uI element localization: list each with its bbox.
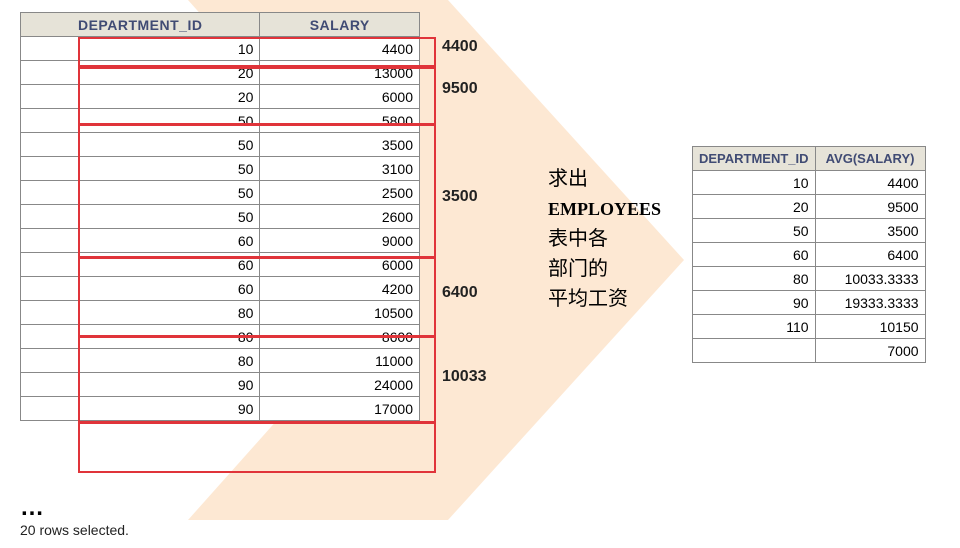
table-row: 604200	[21, 277, 420, 301]
cell-department-id: 80	[21, 301, 260, 325]
table-row: 9024000	[21, 373, 420, 397]
input-table: DEPARTMENT_ID SALARY 1044002013000206000…	[20, 12, 420, 421]
input-table-wrap: DEPARTMENT_ID SALARY 1044002013000206000…	[20, 12, 420, 421]
cell-avg-salary: 10033.3333	[815, 267, 925, 291]
cell-salary: 4200	[260, 277, 420, 301]
result-header-department-id: DEPARTMENT_ID	[693, 147, 816, 171]
cell-department-id: 110	[693, 315, 816, 339]
ellipsis: …	[20, 494, 46, 522]
cell-avg-salary: 7000	[815, 339, 925, 363]
cell-salary: 3100	[260, 157, 420, 181]
cell-department-id: 20	[693, 195, 816, 219]
result-header-avg-salary: AVG(SALARY)	[815, 147, 925, 171]
table-row: 11010150	[693, 315, 926, 339]
table-row: 503500	[21, 133, 420, 157]
cell-department-id: 50	[21, 181, 260, 205]
table-row: 505800	[21, 109, 420, 133]
table-row: 606000	[21, 253, 420, 277]
cell-avg-salary: 3500	[815, 219, 925, 243]
caption-line2: 表中各	[548, 228, 608, 250]
cell-salary: 10500	[260, 301, 420, 325]
aggregate-value: 6400	[442, 284, 478, 302]
cell-salary: 17000	[260, 397, 420, 421]
table-row: 9019333.3333	[693, 291, 926, 315]
cell-department-id: 20	[21, 61, 260, 85]
cell-salary: 4400	[260, 37, 420, 61]
cell-salary: 5800	[260, 109, 420, 133]
table-row: 8011000	[21, 349, 420, 373]
cell-department-id: 10	[693, 171, 816, 195]
table-row: 503500	[693, 219, 926, 243]
cell-department-id: 10	[21, 37, 260, 61]
cell-department-id: 20	[21, 85, 260, 109]
cell-avg-salary: 4400	[815, 171, 925, 195]
caption-text: 求出 EMPLOYEES 表中各 部门的 平均工资	[548, 164, 688, 314]
aggregate-value: 4400	[442, 38, 478, 56]
caption-line4: 平均工资	[548, 288, 628, 310]
cell-department-id: 80	[21, 349, 260, 373]
cell-avg-salary: 6400	[815, 243, 925, 267]
cell-department-id: 50	[693, 219, 816, 243]
table-row: 206000	[21, 85, 420, 109]
table-row: 7000	[693, 339, 926, 363]
cell-department-id: 50	[21, 205, 260, 229]
table-row: 502500	[21, 181, 420, 205]
table-row: 503100	[21, 157, 420, 181]
cell-department-id: 60	[21, 229, 260, 253]
cell-department-id: 90	[21, 373, 260, 397]
table-row: 9017000	[21, 397, 420, 421]
table-row: 104400	[21, 37, 420, 61]
cell-department-id: 80	[21, 325, 260, 349]
aggregate-value: 3500	[442, 188, 478, 206]
cell-department-id: 90	[21, 397, 260, 421]
input-header-salary: SALARY	[260, 13, 420, 37]
cell-department-id: 90	[693, 291, 816, 315]
cell-department-id: 50	[21, 157, 260, 181]
table-row: 808600	[21, 325, 420, 349]
cell-department-id: 50	[21, 133, 260, 157]
cell-avg-salary: 10150	[815, 315, 925, 339]
result-table-header-row: DEPARTMENT_ID AVG(SALARY)	[693, 147, 926, 171]
stage: DEPARTMENT_ID SALARY 1044002013000206000…	[0, 0, 960, 548]
cell-department-id: 60	[21, 253, 260, 277]
cell-salary: 2500	[260, 181, 420, 205]
cell-salary: 24000	[260, 373, 420, 397]
aggregate-value: 10033	[442, 368, 487, 386]
input-table-header-row: DEPARTMENT_ID SALARY	[21, 13, 420, 37]
table-row: 209500	[693, 195, 926, 219]
table-row: 104400	[693, 171, 926, 195]
cell-avg-salary: 19333.3333	[815, 291, 925, 315]
cell-department-id: 60	[21, 277, 260, 301]
table-row: 8010033.3333	[693, 267, 926, 291]
table-row: 502600	[21, 205, 420, 229]
cell-salary: 3500	[260, 133, 420, 157]
group-box	[78, 421, 436, 473]
caption-employees-en: EMPLOYEES	[548, 199, 661, 219]
table-row: 606400	[693, 243, 926, 267]
input-header-department-id: DEPARTMENT_ID	[21, 13, 260, 37]
cell-department-id	[693, 339, 816, 363]
result-table-wrap: DEPARTMENT_ID AVG(SALARY) 10440020950050…	[692, 146, 926, 363]
cell-salary: 2600	[260, 205, 420, 229]
cell-salary: 6000	[260, 85, 420, 109]
result-table: DEPARTMENT_ID AVG(SALARY) 10440020950050…	[692, 146, 926, 363]
aggregate-value: 9500	[442, 80, 478, 98]
cell-salary: 13000	[260, 61, 420, 85]
table-row: 609000	[21, 229, 420, 253]
caption-line3: 部门的	[548, 258, 608, 280]
table-row: 2013000	[21, 61, 420, 85]
caption-line1: 求出	[548, 168, 588, 190]
cell-department-id: 80	[693, 267, 816, 291]
rows-selected-text: 20 rows selected.	[20, 522, 129, 538]
cell-avg-salary: 9500	[815, 195, 925, 219]
cell-salary: 11000	[260, 349, 420, 373]
cell-salary: 6000	[260, 253, 420, 277]
cell-department-id: 50	[21, 109, 260, 133]
cell-department-id: 60	[693, 243, 816, 267]
cell-salary: 9000	[260, 229, 420, 253]
cell-salary: 8600	[260, 325, 420, 349]
table-row: 8010500	[21, 301, 420, 325]
